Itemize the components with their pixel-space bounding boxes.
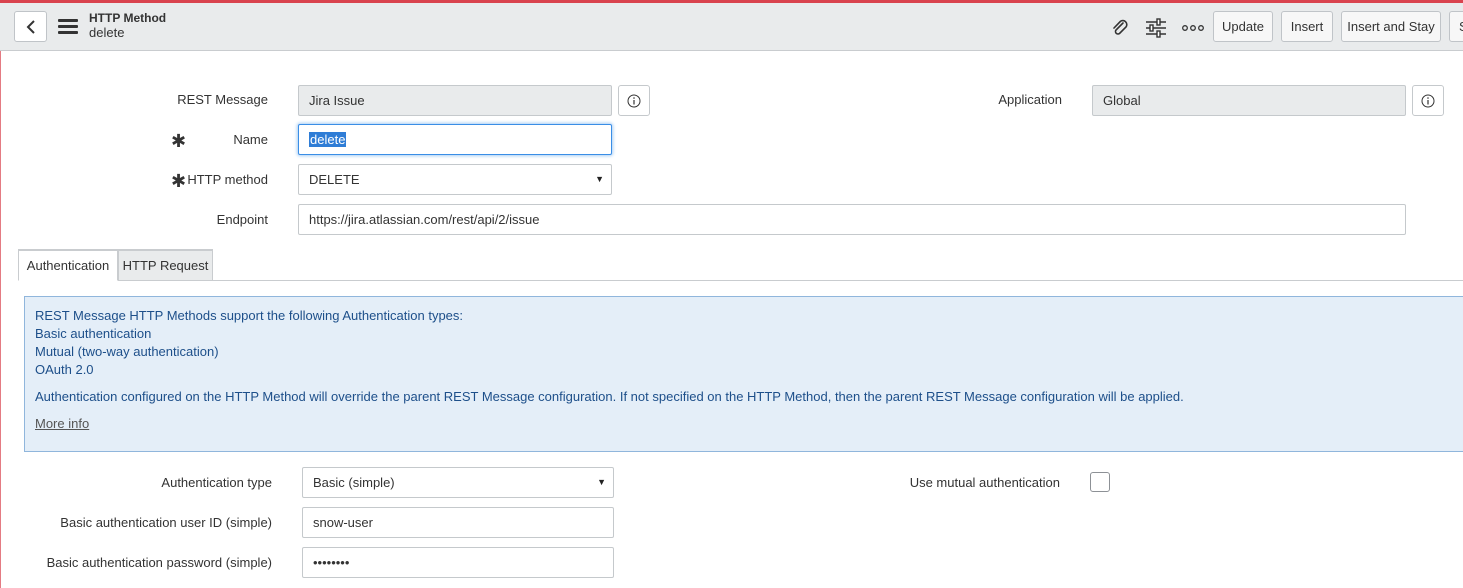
insert-button[interactable]: Insert: [1281, 11, 1333, 42]
name-label: Name: [233, 132, 268, 147]
tab-http-request[interactable]: HTTP Request: [118, 249, 213, 281]
info-line: REST Message HTTP Methods support the fo…: [35, 308, 464, 323]
authentication-type-label: Authentication type: [161, 475, 272, 490]
info-icon: [1421, 94, 1435, 107]
dropdown-caret-icon: ▼: [597, 477, 606, 487]
name-input[interactable]: delete: [298, 124, 612, 155]
left-accent-bar: [0, 3, 1, 588]
insert-and-stay-button[interactable]: Insert and Stay: [1341, 11, 1441, 42]
rest-message-info-button[interactable]: [618, 85, 650, 116]
info-line: Authentication configured on the HTTP Me…: [35, 389, 1184, 404]
endpoint-label: Endpoint: [216, 212, 268, 227]
authentication-type-value: Basic (simple): [313, 475, 395, 490]
dropdown-caret-icon: ▼: [595, 174, 604, 184]
authentication-type-select[interactable]: Basic (simple) ▼: [302, 467, 614, 498]
record-display-value: delete: [89, 25, 125, 40]
more-options-icon[interactable]: [1182, 17, 1204, 39]
basic-auth-user-input[interactable]: snow-user: [302, 507, 614, 538]
info-line: OAuth 2.0: [35, 362, 94, 377]
info-icon: [627, 94, 641, 107]
info-line: Basic authentication: [35, 326, 152, 341]
chevron-left-icon: [26, 19, 35, 34]
settings-sliders-icon[interactable]: [1145, 17, 1167, 39]
update-button[interactable]: Update: [1213, 11, 1273, 42]
mutual-authentication-label: Use mutual authentication: [909, 475, 1060, 490]
name-input-value: delete: [309, 132, 347, 147]
http-method-select[interactable]: DELETE ▼: [298, 164, 612, 195]
back-button[interactable]: [14, 11, 47, 42]
application-field[interactable]: Global: [1092, 85, 1406, 116]
http-method-value: DELETE: [309, 172, 360, 187]
mutual-authentication-checkbox[interactable]: [1090, 472, 1110, 492]
basic-auth-user-label: Basic authentication user ID (simple): [60, 515, 272, 530]
basic-auth-password-input[interactable]: ••••••••: [302, 547, 614, 578]
application-info-button[interactable]: [1412, 85, 1444, 116]
submit-button-partial[interactable]: S: [1449, 11, 1463, 42]
rest-message-label: REST Message: [177, 92, 268, 107]
info-line: Mutual (two-way authentication): [35, 344, 219, 359]
hamburger-menu-icon[interactable]: [58, 19, 78, 35]
paperclip-icon[interactable]: [1109, 17, 1131, 39]
authentication-info-message: REST Message HTTP Methods support the fo…: [24, 296, 1463, 452]
http-method-label: HTTP method: [187, 172, 268, 187]
basic-auth-password-label: Basic authentication password (simple): [46, 555, 272, 570]
more-info-link[interactable]: More info: [35, 416, 89, 431]
tab-authentication[interactable]: Authentication: [18, 249, 118, 281]
tab-bar-divider: [118, 280, 1463, 281]
form-header: HTTP Method delete Update Insert Insert …: [0, 3, 1463, 51]
endpoint-input[interactable]: https://jira.atlassian.com/rest/api/2/is…: [298, 204, 1406, 235]
application-label: Application: [998, 92, 1062, 107]
record-type-title: HTTP Method: [89, 11, 167, 25]
rest-message-field[interactable]: Jira Issue: [298, 85, 612, 116]
